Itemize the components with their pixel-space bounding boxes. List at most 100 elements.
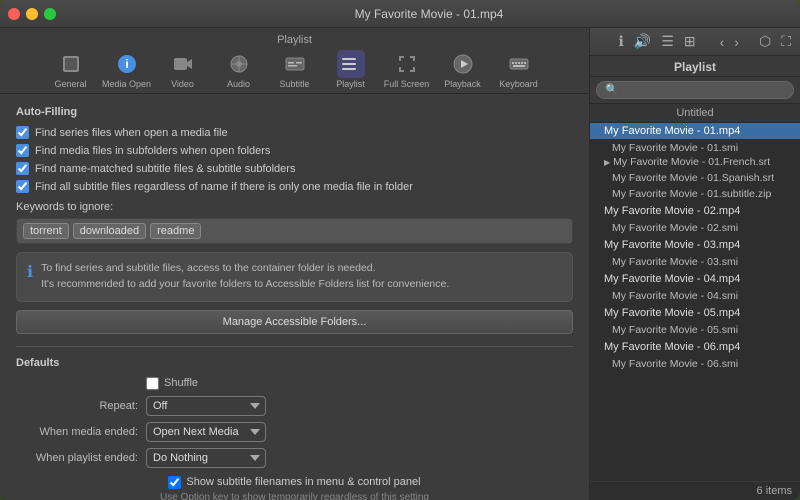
playlist-item-05-mp4-text: My Favorite Movie - 05.mp4: [604, 307, 740, 319]
toolbar-item-playlist[interactable]: Playlist: [325, 50, 377, 89]
toolbar-item-subtitle[interactable]: Subtitle: [269, 50, 321, 89]
close-button[interactable]: [8, 8, 20, 20]
playlist-item-06-mp4[interactable]: My Favorite Movie - 06.mp4: [590, 339, 800, 355]
subtitle-filenames-checkbox[interactable]: [168, 476, 181, 489]
playlist-group-3: My Favorite Movie - 03.mp4 My Favorite M…: [590, 237, 800, 269]
media-open-label: Media Open: [102, 79, 151, 89]
checkbox-find-subtitles-label: Find name-matched subtitle files & subti…: [35, 163, 295, 175]
when-media-ended-label: When media ended:: [16, 426, 146, 438]
playlist-sub-04-smi-text: My Favorite Movie - 04.smi: [612, 290, 738, 302]
playlist-label: Playlist: [336, 79, 365, 89]
back-toolbar-icon[interactable]: ‹: [717, 32, 728, 52]
playlist-item-01-mp4[interactable]: My Favorite Movie - 01.mp4: [590, 123, 800, 139]
grid-toolbar-icon[interactable]: ⊞: [681, 31, 699, 52]
video-icon: [169, 50, 197, 78]
title-bar: My Favorite Movie - 01.mp4: [0, 0, 800, 28]
playlist-item-03-mp4-text: My Favorite Movie - 03.mp4: [604, 239, 740, 251]
airplay-toolbar-icon[interactable]: ⬡: [756, 31, 774, 52]
playlist-sub-01-french-text: My Favorite Movie - 01.French.srt: [613, 156, 770, 168]
defaults-title: Defaults: [16, 357, 573, 369]
when-playlist-ended-select[interactable]: Do Nothing Repeat Playlist Quit: [146, 448, 266, 468]
toolbar-item-media-open[interactable]: i Media Open: [101, 50, 153, 89]
main-body: Playlist General i Media Open: [0, 28, 800, 500]
playlist-item-02-mp4[interactable]: My Favorite Movie - 02.mp4: [590, 203, 800, 219]
checkbox-row-find-series: Find series files when open a media file: [16, 126, 573, 139]
playlist-sub-01-zip-text: My Favorite Movie - 01.subtitle.zip: [612, 188, 771, 200]
playing-indicator: ▶: [604, 158, 610, 167]
repeat-select[interactable]: Off One All: [146, 396, 266, 416]
subtitle-checkbox-row: Show subtitle filenames in menu & contro…: [16, 476, 573, 500]
media-open-icon: i: [113, 50, 141, 78]
forward-toolbar-icon[interactable]: ›: [731, 32, 742, 52]
search-bar: [590, 77, 800, 104]
minimize-button[interactable]: [26, 8, 38, 20]
playlist-item-05-mp4[interactable]: My Favorite Movie - 05.mp4: [590, 305, 800, 321]
left-panel: Playlist General i Media Open: [0, 28, 590, 500]
repeat-label: Repeat:: [16, 400, 146, 412]
playlist-sub-02-smi-text: My Favorite Movie - 02.smi: [612, 222, 738, 234]
playlist-item-04-mp4[interactable]: My Favorite Movie - 04.mp4: [590, 271, 800, 287]
toolbar-title: Playlist: [277, 34, 312, 46]
keyword-downloaded[interactable]: downloaded: [73, 223, 146, 239]
checkbox-find-media[interactable]: [16, 144, 29, 157]
playlist-sub-01-spanish-text: My Favorite Movie - 01.Spanish.srt: [612, 172, 774, 184]
full-screen-label: Full Screen: [384, 79, 430, 89]
keyword-readme[interactable]: readme: [150, 223, 201, 239]
toolbar-item-playback[interactable]: Playback: [437, 50, 489, 89]
checkbox-find-series[interactable]: [16, 126, 29, 139]
general-icon: [57, 50, 85, 78]
playlist-icon: [337, 50, 365, 78]
list-toolbar-icon[interactable]: ☰: [658, 31, 677, 52]
svg-text:i: i: [125, 57, 128, 71]
when-media-ended-select[interactable]: Open Next Media Do Nothing Repeat Quit: [146, 422, 266, 442]
playlist-item-06-mp4-text: My Favorite Movie - 06.mp4: [604, 341, 740, 353]
playlist-item-03-mp4[interactable]: My Favorite Movie - 03.mp4: [590, 237, 800, 253]
info-text-line2: It's recommended to add your favorite fo…: [41, 278, 449, 290]
playlist-group-6: My Favorite Movie - 06.mp4 My Favorite M…: [590, 339, 800, 371]
playback-icon: [449, 50, 477, 78]
speaker-toolbar-icon[interactable]: 🔊: [631, 31, 654, 52]
when-playlist-ended-row: When playlist ended: Do Nothing Repeat P…: [16, 448, 573, 468]
playlist-item-02-mp4-text: My Favorite Movie - 02.mp4: [604, 205, 740, 217]
playlist-group-5: My Favorite Movie - 05.mp4 My Favorite M…: [590, 305, 800, 337]
checkbox-find-subtitles[interactable]: [16, 162, 29, 175]
when-media-ended-row: When media ended: Open Next Media Do Not…: [16, 422, 573, 442]
shuffle-checkbox[interactable]: [146, 377, 159, 390]
subtitle-filenames-label: Show subtitle filenames in menu & contro…: [186, 476, 420, 488]
auto-filling-title: Auto-Filling: [16, 106, 573, 118]
playlist-sub-03-smi[interactable]: My Favorite Movie - 03.smi: [590, 253, 800, 269]
checkbox-find-all[interactable]: [16, 180, 29, 193]
playlist-sub-05-smi[interactable]: My Favorite Movie - 05.smi: [590, 321, 800, 337]
checkbox-row-find-media: Find media files in subfolders when open…: [16, 144, 573, 157]
manage-folders-button[interactable]: Manage Accessible Folders...: [16, 310, 573, 334]
playlist-sub-04-smi[interactable]: My Favorite Movie - 04.smi: [590, 287, 800, 303]
playlist-sub-02-smi[interactable]: My Favorite Movie - 02.smi: [590, 219, 800, 235]
maximize-button[interactable]: [44, 8, 56, 20]
info-text: To find series and subtitle files, acces…: [41, 261, 449, 293]
playlist-sub-01-spanish[interactable]: My Favorite Movie - 01.Spanish.srt: [590, 169, 800, 185]
playlist-group-2: My Favorite Movie - 02.mp4 My Favorite M…: [590, 203, 800, 235]
audio-icon: [225, 50, 253, 78]
playlist-sub-01-smi[interactable]: My Favorite Movie - 01.smi: [590, 139, 800, 155]
toolbar-item-full-screen[interactable]: Full Screen: [381, 50, 433, 89]
shuffle-label: Shuffle: [164, 377, 198, 389]
keywords-label: Keywords to ignore:: [16, 201, 573, 213]
toolbar-item-general[interactable]: General: [45, 50, 97, 89]
playlist-sub-01-zip[interactable]: My Favorite Movie - 01.subtitle.zip: [590, 185, 800, 201]
playlist-untitled-label: Untitled: [590, 104, 800, 123]
info-toolbar-icon[interactable]: ℹ: [616, 31, 627, 52]
toolbar-item-keyboard[interactable]: Keyboard: [493, 50, 545, 89]
keyboard-icon: [505, 50, 533, 78]
keywords-container[interactable]: torrent downloaded readme: [16, 218, 573, 244]
playlist-sub-01-french[interactable]: ▶ My Favorite Movie - 01.French.srt: [590, 155, 800, 169]
toolbar-item-audio[interactable]: Audio: [213, 50, 265, 89]
subtitle-icon: [281, 50, 309, 78]
playlist-item-04-mp4-text: My Favorite Movie - 04.mp4: [604, 273, 740, 285]
toolbar-icons: General i Media Open Video: [45, 50, 545, 89]
subtitle-note: Use Option key to show temporarily regar…: [160, 492, 429, 500]
fullscreen-toolbar-icon[interactable]: ⛶: [778, 31, 794, 52]
keyword-torrent[interactable]: torrent: [23, 223, 69, 239]
toolbar-item-video[interactable]: Video: [157, 50, 209, 89]
playlist-sub-06-smi[interactable]: My Favorite Movie - 06.smi: [590, 355, 800, 371]
search-input[interactable]: [596, 81, 794, 99]
